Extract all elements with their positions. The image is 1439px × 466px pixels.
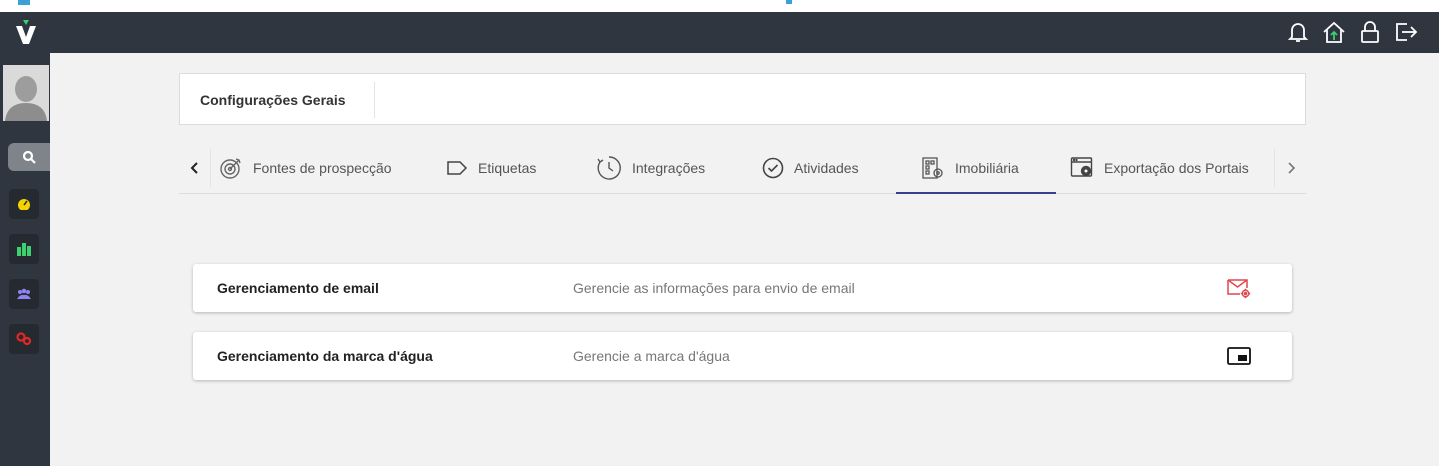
settings-tabs: Fontes de prospecção Etiquetas Integraçõ… bbox=[179, 143, 1306, 194]
header-divider bbox=[374, 82, 375, 118]
sidebar-item-dashboard[interactable] bbox=[9, 189, 39, 219]
email-gear-icon bbox=[1226, 276, 1252, 300]
search-icon bbox=[22, 150, 36, 164]
tabs-next-button[interactable] bbox=[1274, 149, 1306, 187]
window-gear-icon bbox=[1070, 157, 1093, 177]
search-button[interactable] bbox=[8, 143, 50, 171]
card-title: Gerenciamento de email bbox=[217, 280, 379, 296]
users-icon bbox=[17, 288, 31, 299]
tab-label: Integrações bbox=[632, 160, 706, 176]
browser-strip bbox=[0, 0, 1439, 12]
tab-etiquetas[interactable]: Etiquetas bbox=[446, 143, 536, 193]
app-logo-icon[interactable] bbox=[14, 20, 38, 46]
tabs-prev-button[interactable] bbox=[179, 149, 211, 187]
tab-label: Exportação dos Portais bbox=[1104, 160, 1249, 176]
target-icon bbox=[220, 158, 241, 179]
gears-icon bbox=[16, 332, 32, 346]
email-management-card[interactable]: Gerenciamento de email Gerencie as infor… bbox=[193, 264, 1292, 312]
tab-imobiliaria[interactable]: Imobiliária bbox=[896, 143, 1056, 194]
strip-accent bbox=[18, 0, 30, 5]
tab-exportacao-portais[interactable]: Exportação dos Portais bbox=[1070, 143, 1249, 193]
tab-label: Fontes de prospecção bbox=[253, 160, 392, 176]
chevron-left-icon bbox=[190, 162, 198, 174]
notification-bell-icon[interactable] bbox=[1285, 19, 1311, 45]
page-header: Configurações Gerais bbox=[179, 73, 1306, 125]
buildings-icon bbox=[17, 243, 31, 256]
chevron-right-icon bbox=[1287, 162, 1295, 174]
gauge-icon bbox=[18, 199, 30, 210]
sidebar-item-people[interactable] bbox=[9, 279, 39, 309]
lock-icon[interactable] bbox=[1357, 19, 1383, 45]
card-title: Gerenciamento da marca d'água bbox=[217, 348, 433, 364]
building-gear-icon bbox=[922, 156, 943, 179]
main-content: Configurações Gerais Fontes de prospecçã… bbox=[50, 53, 1439, 466]
logout-icon[interactable] bbox=[1393, 19, 1419, 45]
sidebar-item-properties[interactable] bbox=[9, 234, 39, 264]
tag-icon bbox=[447, 161, 468, 175]
clock-sync-icon bbox=[597, 156, 621, 180]
watermark-icon bbox=[1226, 344, 1252, 368]
tab-integracoes[interactable]: Integrações bbox=[596, 143, 705, 193]
tab-fontes-prospeccao[interactable]: Fontes de prospecção bbox=[219, 143, 392, 193]
card-description: Gerencie as informações para envio de em… bbox=[573, 280, 855, 296]
page-title: Configurações Gerais bbox=[200, 92, 346, 108]
home-switch-icon[interactable] bbox=[1321, 19, 1347, 45]
strip-accent bbox=[786, 0, 792, 4]
tab-atividades[interactable]: Atividades bbox=[762, 143, 859, 193]
check-circle-icon bbox=[762, 157, 784, 179]
tab-label: Imobiliária bbox=[955, 159, 1019, 176]
tab-label: Atividades bbox=[794, 160, 859, 176]
tab-label: Etiquetas bbox=[478, 160, 537, 176]
top-bar bbox=[0, 12, 1439, 53]
card-description: Gerencie a marca d'água bbox=[573, 348, 730, 364]
sidebar-item-settings[interactable] bbox=[9, 324, 39, 354]
avatar[interactable] bbox=[3, 65, 49, 121]
sidebar bbox=[0, 53, 50, 466]
watermark-management-card[interactable]: Gerenciamento da marca d'água Gerencie a… bbox=[193, 332, 1292, 380]
